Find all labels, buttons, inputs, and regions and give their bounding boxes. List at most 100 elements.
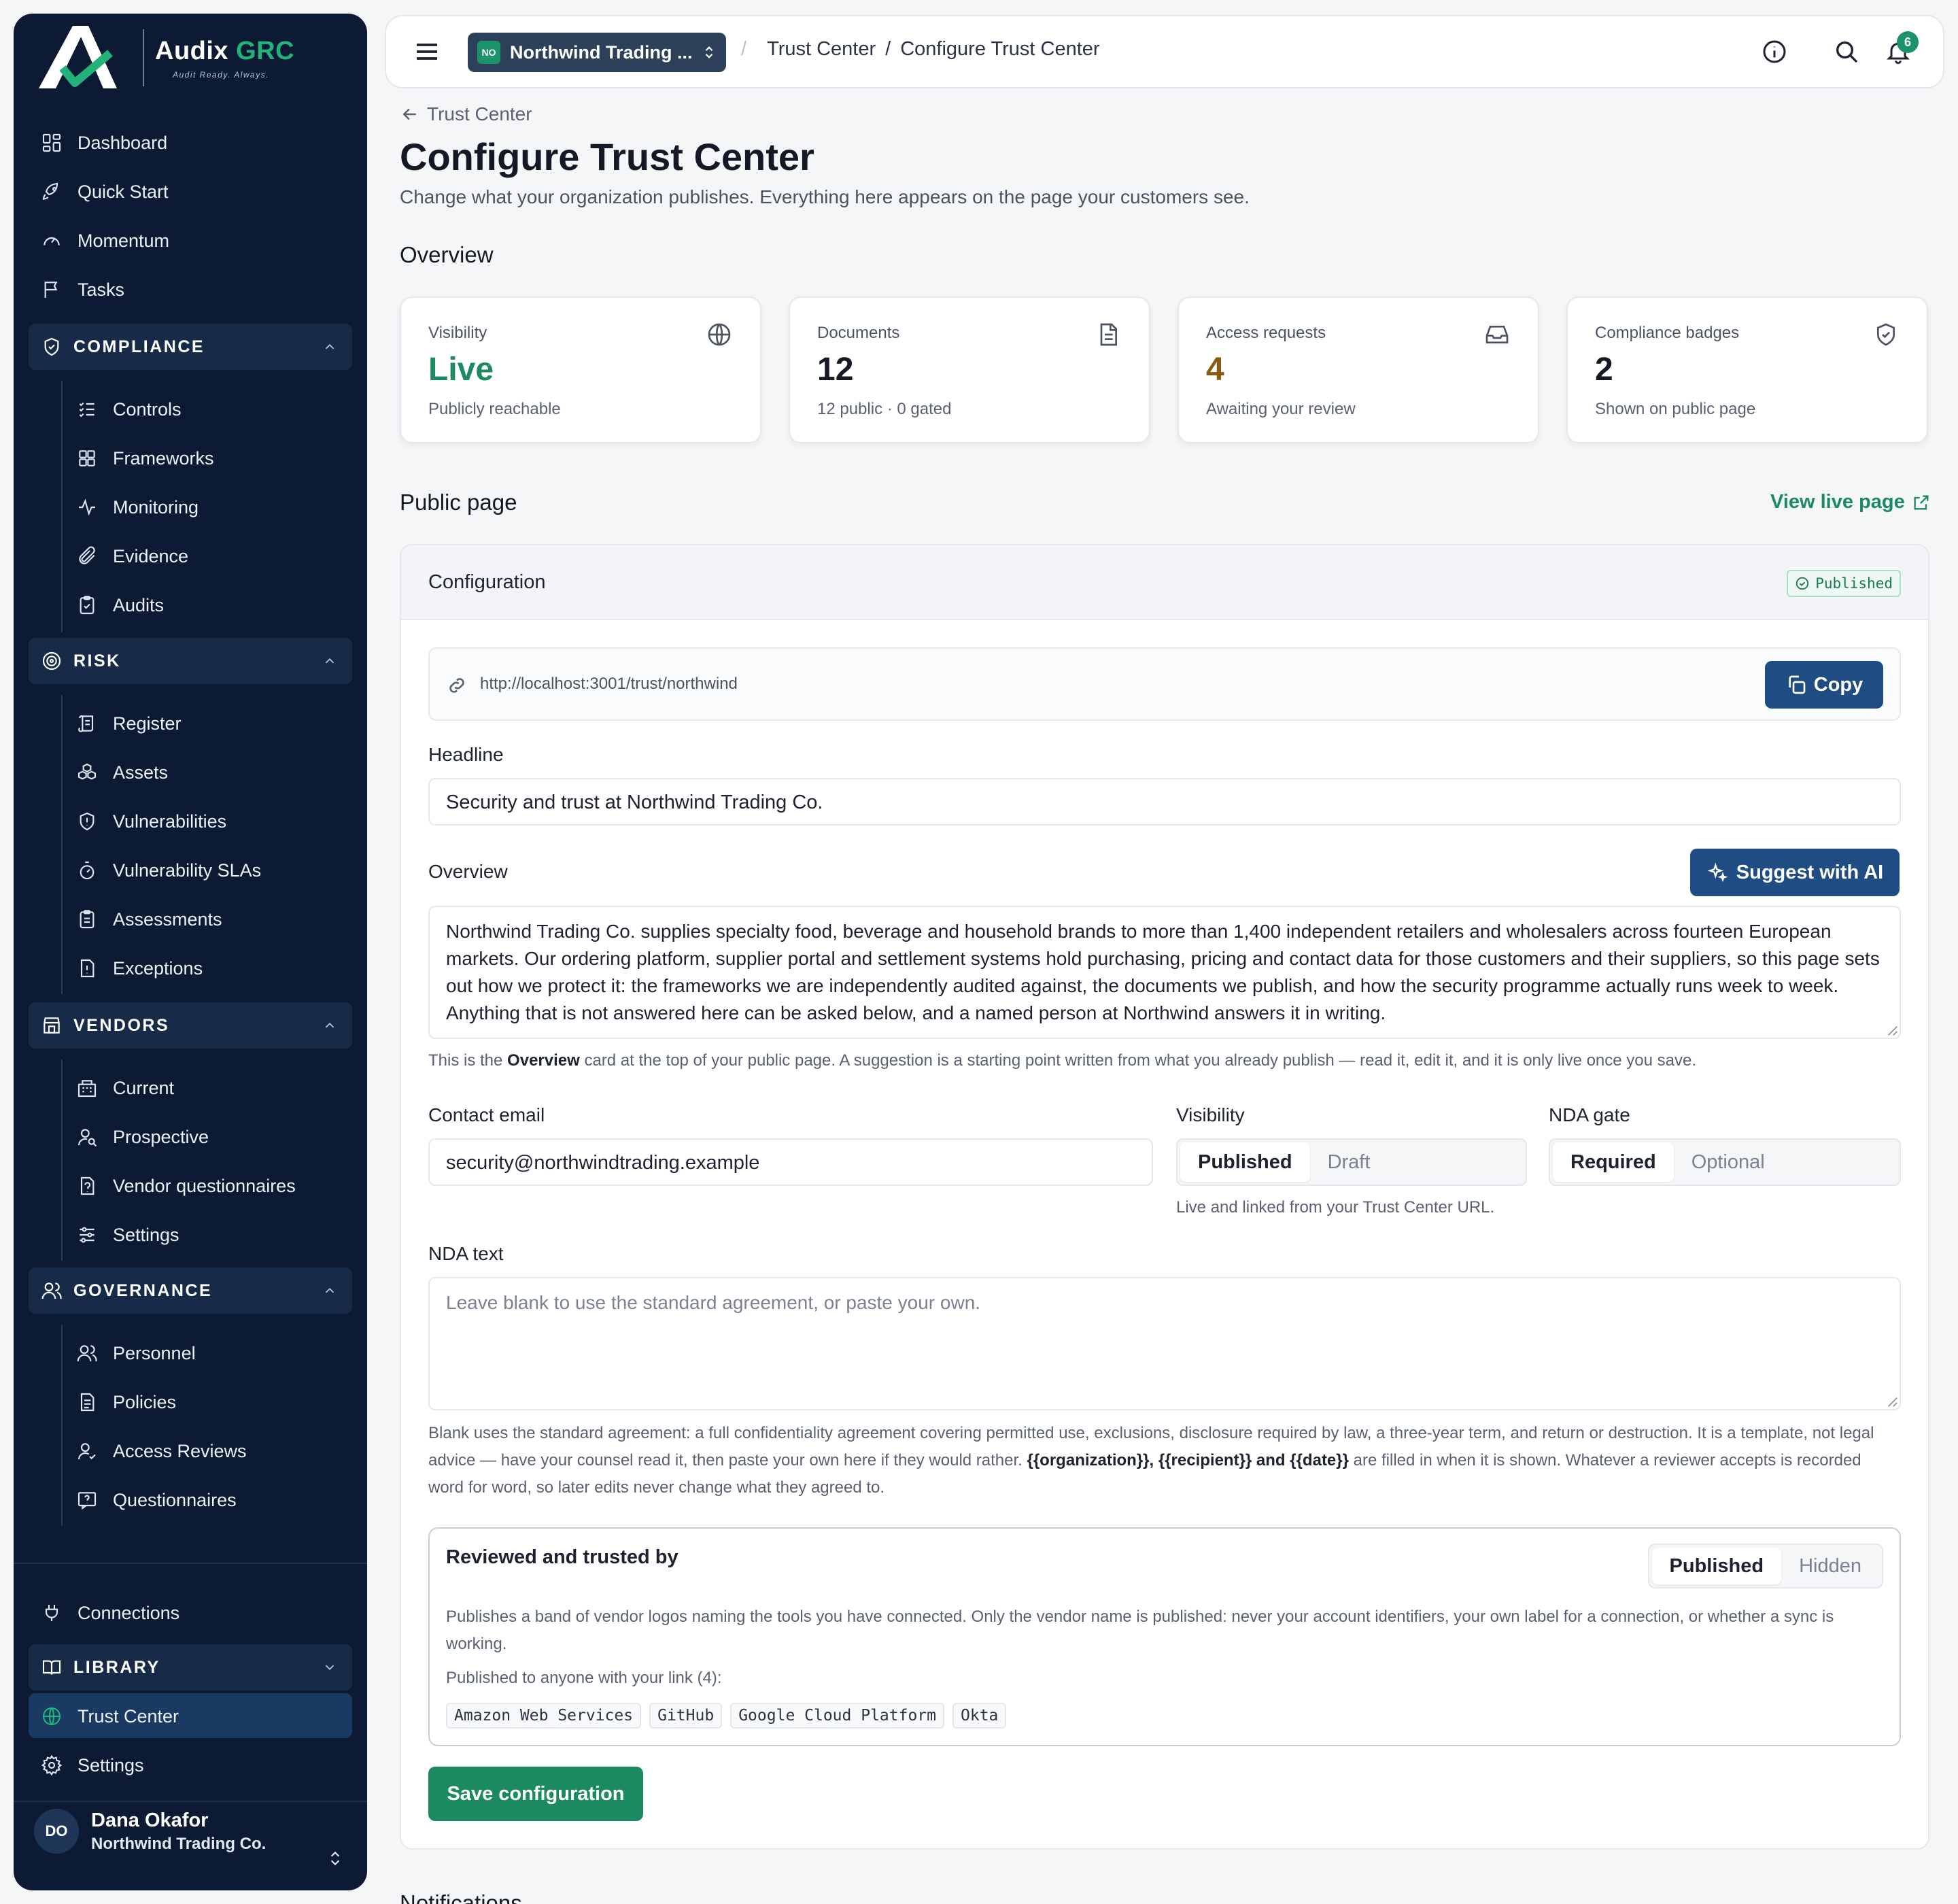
overview-help: This is the Overview card at the top of … — [428, 1051, 1697, 1070]
section-governance[interactable]: GOVERNANCE — [29, 1268, 352, 1314]
public-url[interactable]: http://localhost:3001/trust/northwind — [480, 675, 738, 694]
reviewed-option-hidden[interactable]: Hidden — [1781, 1555, 1879, 1578]
sidebar-item-policies[interactable]: Policies — [76, 1383, 176, 1421]
file-text-icon — [80, 1393, 95, 1412]
sidebar-item-label: Current — [113, 1077, 175, 1098]
org-switcher[interactable]: NO Northwind Trading ... — [468, 33, 726, 72]
sidebar-item-monitoring[interactable]: Monitoring — [76, 488, 199, 526]
sidebar-item-label: Quick Start — [78, 181, 169, 202]
section-compliance[interactable]: COMPLIANCE — [29, 324, 352, 370]
public-url-box: http://localhost:3001/trust/northwind Co… — [428, 647, 1901, 721]
sidebar-item-label: Frameworks — [113, 447, 214, 469]
status-badge: Published — [1787, 570, 1901, 597]
sidebar-item-label: Vulnerabilities — [113, 811, 227, 832]
sidebar-item-register[interactable]: Register — [76, 704, 182, 743]
stat-card-visibility: Visibility Live Publicly reachable — [400, 296, 761, 443]
back-link[interactable]: Trust Center — [400, 103, 532, 125]
nda-option-required[interactable]: Required — [1553, 1142, 1674, 1182]
resize-handle-icon[interactable] — [1886, 1024, 1898, 1036]
reviewed-description: Publishes a band of vendor logos naming … — [446, 1608, 1834, 1653]
page-subtitle: Change what your organization publishes.… — [400, 186, 1250, 207]
sidebar-item-momentum[interactable]: Momentum — [41, 222, 169, 260]
visibility-option-published[interactable]: Published — [1180, 1142, 1310, 1182]
user-name: Dana Okafor — [91, 1809, 209, 1831]
sidebar-item-trust-center[interactable]: Trust Center — [41, 1697, 179, 1735]
sidebar-item-access-reviews[interactable]: Access Reviews — [76, 1432, 247, 1470]
copy-icon — [1789, 675, 1806, 694]
search-icon[interactable] — [1833, 38, 1860, 65]
chevron-up-icon — [325, 658, 334, 664]
sidebar-item-controls[interactable]: Controls — [76, 390, 182, 428]
sidebar-item-personnel[interactable]: Personnel — [76, 1334, 196, 1372]
sidebar-item-frameworks[interactable]: Frameworks — [76, 439, 214, 477]
section-vendors[interactable]: VENDORS — [29, 1002, 352, 1049]
rocket-icon — [42, 182, 58, 200]
menu-icon[interactable] — [413, 38, 441, 65]
sidebar-item-quick-start[interactable]: Quick Start — [41, 173, 169, 211]
sidebar-item-connections[interactable]: Connections — [41, 1594, 179, 1632]
sidebar-item-label: Assets — [113, 762, 169, 783]
sidebar-item-label: Dashboard — [78, 132, 168, 153]
sidebar-item-dashboard[interactable]: Dashboard — [41, 124, 167, 162]
sidebar-item-label: Prospective — [113, 1126, 209, 1147]
users-icon — [77, 1345, 97, 1362]
save-configuration-button[interactable]: Save configuration — [428, 1767, 643, 1821]
sidebar-item-evidence[interactable]: Evidence — [76, 537, 188, 575]
view-live-page-link[interactable]: View live page — [1770, 491, 1931, 513]
store-icon — [44, 1017, 60, 1034]
sidebar-item-questionnaires[interactable]: Questionnaires — [76, 1481, 237, 1519]
reviewed-option-published[interactable]: Published — [1651, 1548, 1782, 1584]
chevron-up-down-icon[interactable] — [326, 1850, 344, 1867]
sidebar-item-label: Access Reviews — [113, 1440, 247, 1461]
section-library[interactable]: LIBRARY — [29, 1644, 352, 1690]
nda-help: Blank uses the standard agreement: a ful… — [428, 1424, 1874, 1497]
sidebar-item-label: Audits — [113, 594, 165, 615]
sidebar-item-label: Tasks — [78, 279, 125, 300]
avatar: DO — [34, 1809, 79, 1854]
public-page-heading: Public page — [400, 490, 517, 515]
sidebar-item-vulnerabilities[interactable]: Vulnerabilities — [76, 802, 226, 840]
sidebar-item-label: Trust Center — [78, 1705, 179, 1727]
back-link-label: Trust Center — [427, 103, 532, 124]
sidebar-item-vulnerability-slas[interactable]: Vulnerability SLAs — [76, 851, 261, 889]
sidebar-item-assessments[interactable]: Assessments — [76, 900, 222, 938]
sidebar-item-exceptions[interactable]: Exceptions — [76, 949, 203, 987]
sliders-icon — [80, 1227, 95, 1243]
sidebar-item-vendor-questionnaires[interactable]: Vendor questionnaires — [76, 1167, 296, 1205]
brand-logo[interactable]: Audix GRC Audit Ready. Always. — [35, 20, 294, 95]
contact-email-input[interactable]: security@northwindtrading.example — [428, 1138, 1153, 1186]
view-live-label: View live page — [1770, 491, 1905, 513]
section-risk[interactable]: RISK — [29, 638, 352, 684]
paperclip-icon — [79, 546, 95, 564]
suggest-with-ai-button[interactable]: Suggest with AI — [1690, 849, 1900, 896]
sidebar-item-current[interactable]: Current — [76, 1069, 174, 1107]
user-menu[interactable]: DO Dana Okafor Northwind Trading Co. — [34, 1809, 266, 1854]
sidebar-item-vendor-settings[interactable]: Settings — [76, 1216, 179, 1254]
stat-value: 12 — [817, 352, 854, 388]
file-alert-icon — [80, 959, 95, 978]
sidebar-item-prospective[interactable]: Prospective — [76, 1118, 209, 1156]
brand-name: Audix GRC — [155, 36, 295, 65]
overview-textarea[interactable]: Northwind Trading Co. supplies specialty… — [428, 906, 1901, 1039]
resize-handle-icon[interactable] — [1886, 1395, 1898, 1408]
sidebar-item-assets[interactable]: Assets — [76, 753, 168, 792]
nda-textarea[interactable]: Leave blank to use the standard agreemen… — [428, 1277, 1901, 1410]
building-icon — [78, 1080, 97, 1098]
sidebar-item-settings[interactable]: Settings — [41, 1746, 144, 1784]
flag-icon — [44, 282, 58, 298]
message-question-icon — [78, 1492, 97, 1510]
breadcrumb-parent[interactable]: Trust Center — [767, 38, 876, 61]
shield-check-icon — [1877, 323, 1895, 346]
panel-header: Configuration Published — [401, 545, 1928, 620]
headline-input[interactable]: Security and trust at Northwind Trading … — [428, 778, 1901, 826]
sidebar-item-label: Settings — [113, 1224, 179, 1245]
copy-button[interactable]: Copy — [1765, 661, 1883, 709]
stat-label: Compliance badges — [1595, 324, 1740, 342]
nda-option-optional[interactable]: Optional — [1674, 1151, 1783, 1174]
visibility-option-draft[interactable]: Draft — [1310, 1151, 1388, 1174]
check-circle-icon — [1796, 577, 1809, 590]
info-icon[interactable] — [1761, 38, 1788, 65]
sidebar-item-tasks[interactable]: Tasks — [41, 271, 124, 309]
user-org: Northwind Trading Co. — [91, 1834, 267, 1853]
sidebar-item-audits[interactable]: Audits — [76, 586, 164, 624]
